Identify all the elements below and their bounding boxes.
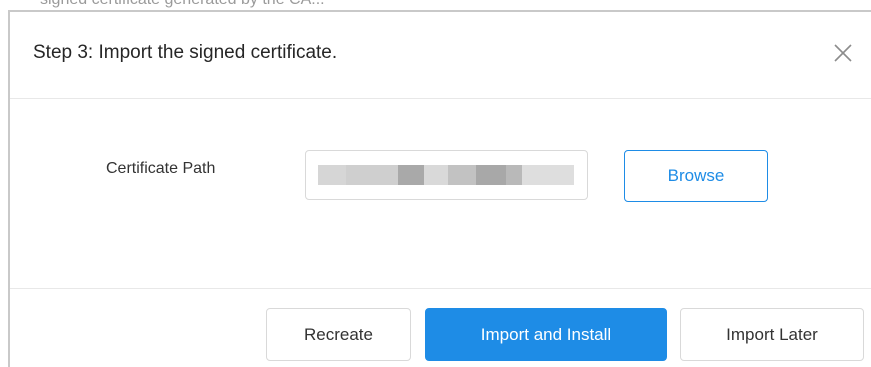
close-button[interactable]	[830, 40, 856, 66]
dialog-title: Step 3: Import the signed certificate.	[33, 42, 338, 63]
background-page-text: signed certificate generated by the CA..…	[0, 0, 871, 10]
close-icon	[834, 44, 852, 62]
import-and-install-button[interactable]: Import and Install	[425, 308, 667, 361]
certificate-path-input[interactable]	[305, 150, 588, 200]
stage: signed certificate generated by the CA..…	[0, 0, 871, 367]
recreate-button[interactable]: Recreate	[266, 308, 411, 361]
import-certificate-dialog: Step 3: Import the signed certificate. C…	[8, 10, 871, 367]
import-later-button[interactable]: Import Later	[680, 308, 864, 361]
dialog-header: Step 3: Import the signed certificate.	[10, 12, 871, 99]
certificate-path-label: Certificate Path	[106, 160, 216, 177]
footer-divider	[10, 288, 871, 289]
background-text: signed certificate generated by the CA..…	[40, 0, 325, 9]
redacted-path-blur	[318, 165, 574, 185]
browse-button[interactable]: Browse	[624, 150, 768, 202]
